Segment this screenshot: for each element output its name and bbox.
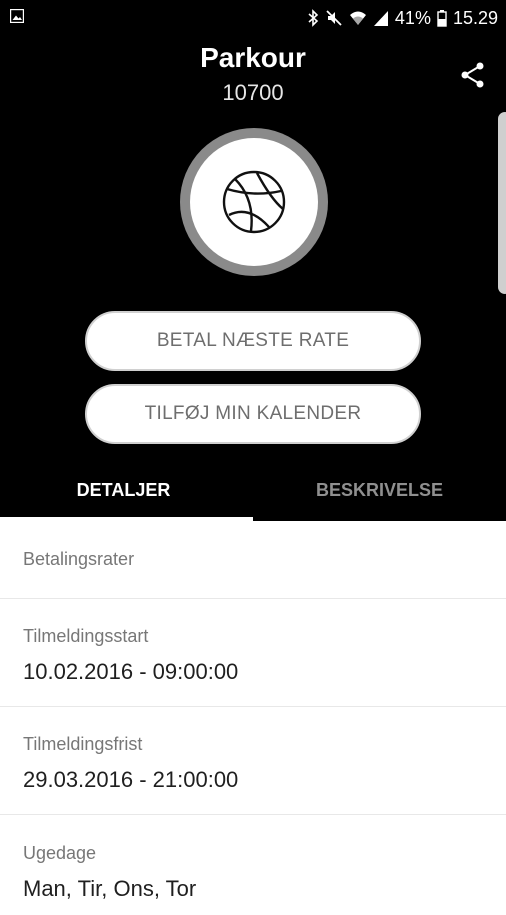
basketball-icon	[222, 170, 286, 234]
list-item-registration-deadline: Tilmeldingsfrist 29.03.2016 - 21:00:00	[0, 707, 506, 815]
mute-icon	[326, 10, 342, 26]
status-icons: 41% 15.29	[307, 6, 498, 30]
page-title: Parkour	[200, 42, 306, 73]
page-subtitle: 10700	[222, 80, 284, 105]
list-item-value: 29.03.2016 - 21:00:00	[23, 767, 239, 792]
header-panel: 41% 15.29 Parkour 10700 BETAL NÆSTE RATE…	[0, 0, 506, 521]
tab-bar: DETALJER BESKRIVELSE	[0, 460, 506, 521]
list-item-value: Man, Tir, Ons, Tor	[23, 876, 197, 901]
status-bar: 41% 15.29	[0, 0, 506, 36]
side-drawer-handle[interactable]	[498, 112, 506, 294]
pay-next-rate-button[interactable]: BETAL NÆSTE RATE	[85, 311, 421, 371]
list-item-label: Tilmeldingsfrist	[23, 734, 143, 754]
list-item-value: 10.02.2016 - 09:00:00	[23, 659, 239, 684]
activity-avatar	[180, 128, 328, 276]
list-item-label: Betalingsrater	[23, 549, 135, 569]
tab-description[interactable]: BESKRIVELSE	[253, 460, 506, 521]
list-item-payment-rates[interactable]: Betalingsrater	[0, 521, 506, 599]
signal-icon	[373, 11, 388, 26]
tab-details[interactable]: DETALJER	[0, 460, 253, 521]
share-icon[interactable]	[458, 60, 488, 90]
wifi-icon	[349, 11, 366, 25]
battery-icon	[437, 10, 447, 27]
list-item-weekdays: Ugedage Man, Tir, Ons, Tor	[0, 815, 506, 915]
tab-details-label: DETALJER	[76, 480, 171, 500]
details-list: Betalingsrater Tilmeldingsstart 10.02.20…	[0, 521, 506, 915]
list-item-registration-start: Tilmeldingsstart 10.02.2016 - 09:00:00	[0, 599, 506, 707]
bluetooth-icon	[308, 9, 319, 27]
image-notification-icon	[10, 9, 24, 23]
list-item-label: Tilmeldingsstart	[23, 626, 149, 646]
list-item-label: Ugedage	[23, 843, 97, 863]
battery-percentage: 41%	[394, 7, 431, 28]
add-calendar-button[interactable]: TILFØJ MIN KALENDER	[85, 384, 421, 444]
tab-description-label: BESKRIVELSE	[315, 480, 444, 500]
clock: 15.29	[452, 7, 498, 28]
